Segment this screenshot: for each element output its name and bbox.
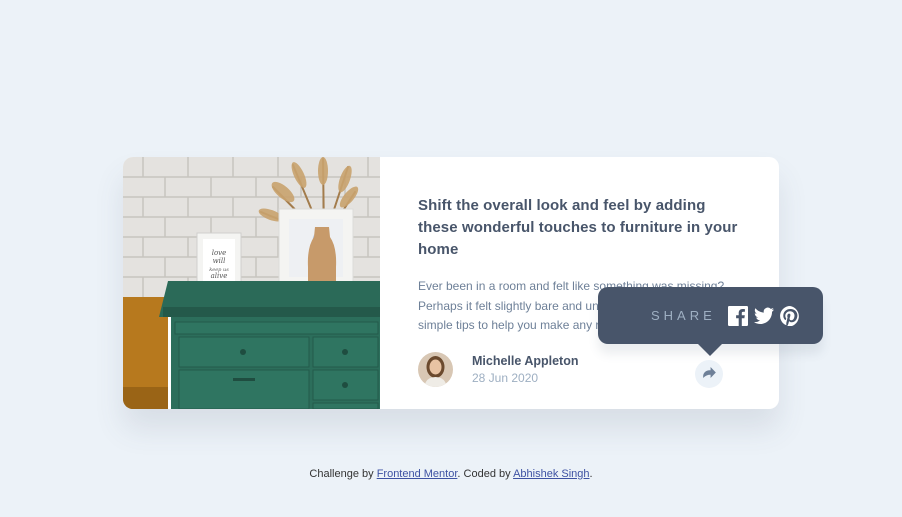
footer-prefix: Challenge by (309, 468, 377, 480)
svg-text:alive: alive (211, 272, 228, 280)
article-card: love will keep us alive Shift the overal… (123, 157, 823, 409)
svg-text:will: will (213, 257, 226, 265)
footer-middle: . Coded by (457, 468, 514, 480)
article-title: Shift the overall look and feel by addin… (418, 197, 738, 258)
svg-text:love: love (212, 249, 227, 257)
publish-date: 28 Jun 2020 (472, 371, 539, 385)
share-icon (702, 365, 716, 383)
attribution-footer: Challenge by Frontend Mentor. Coded by A… (0, 468, 902, 480)
share-label: SHARE (651, 308, 716, 323)
article-image: love will keep us alive (123, 157, 380, 409)
twitter-icon[interactable] (753, 306, 774, 326)
share-tooltip: SHARE (598, 287, 823, 356)
frontend-mentor-link[interactable]: Frontend Mentor (377, 468, 458, 480)
author-name: Michelle Appleton (472, 354, 579, 368)
avatar (418, 352, 453, 387)
facebook-icon[interactable] (727, 305, 748, 326)
footer-suffix: . (589, 468, 593, 480)
author-link[interactable]: Abhishek Singh (513, 468, 589, 480)
social-links (727, 305, 806, 327)
share-button[interactable] (695, 360, 723, 388)
pinterest-icon[interactable] (779, 305, 800, 327)
author-info: Michelle Appleton 28 Jun 2020 (418, 352, 579, 387)
